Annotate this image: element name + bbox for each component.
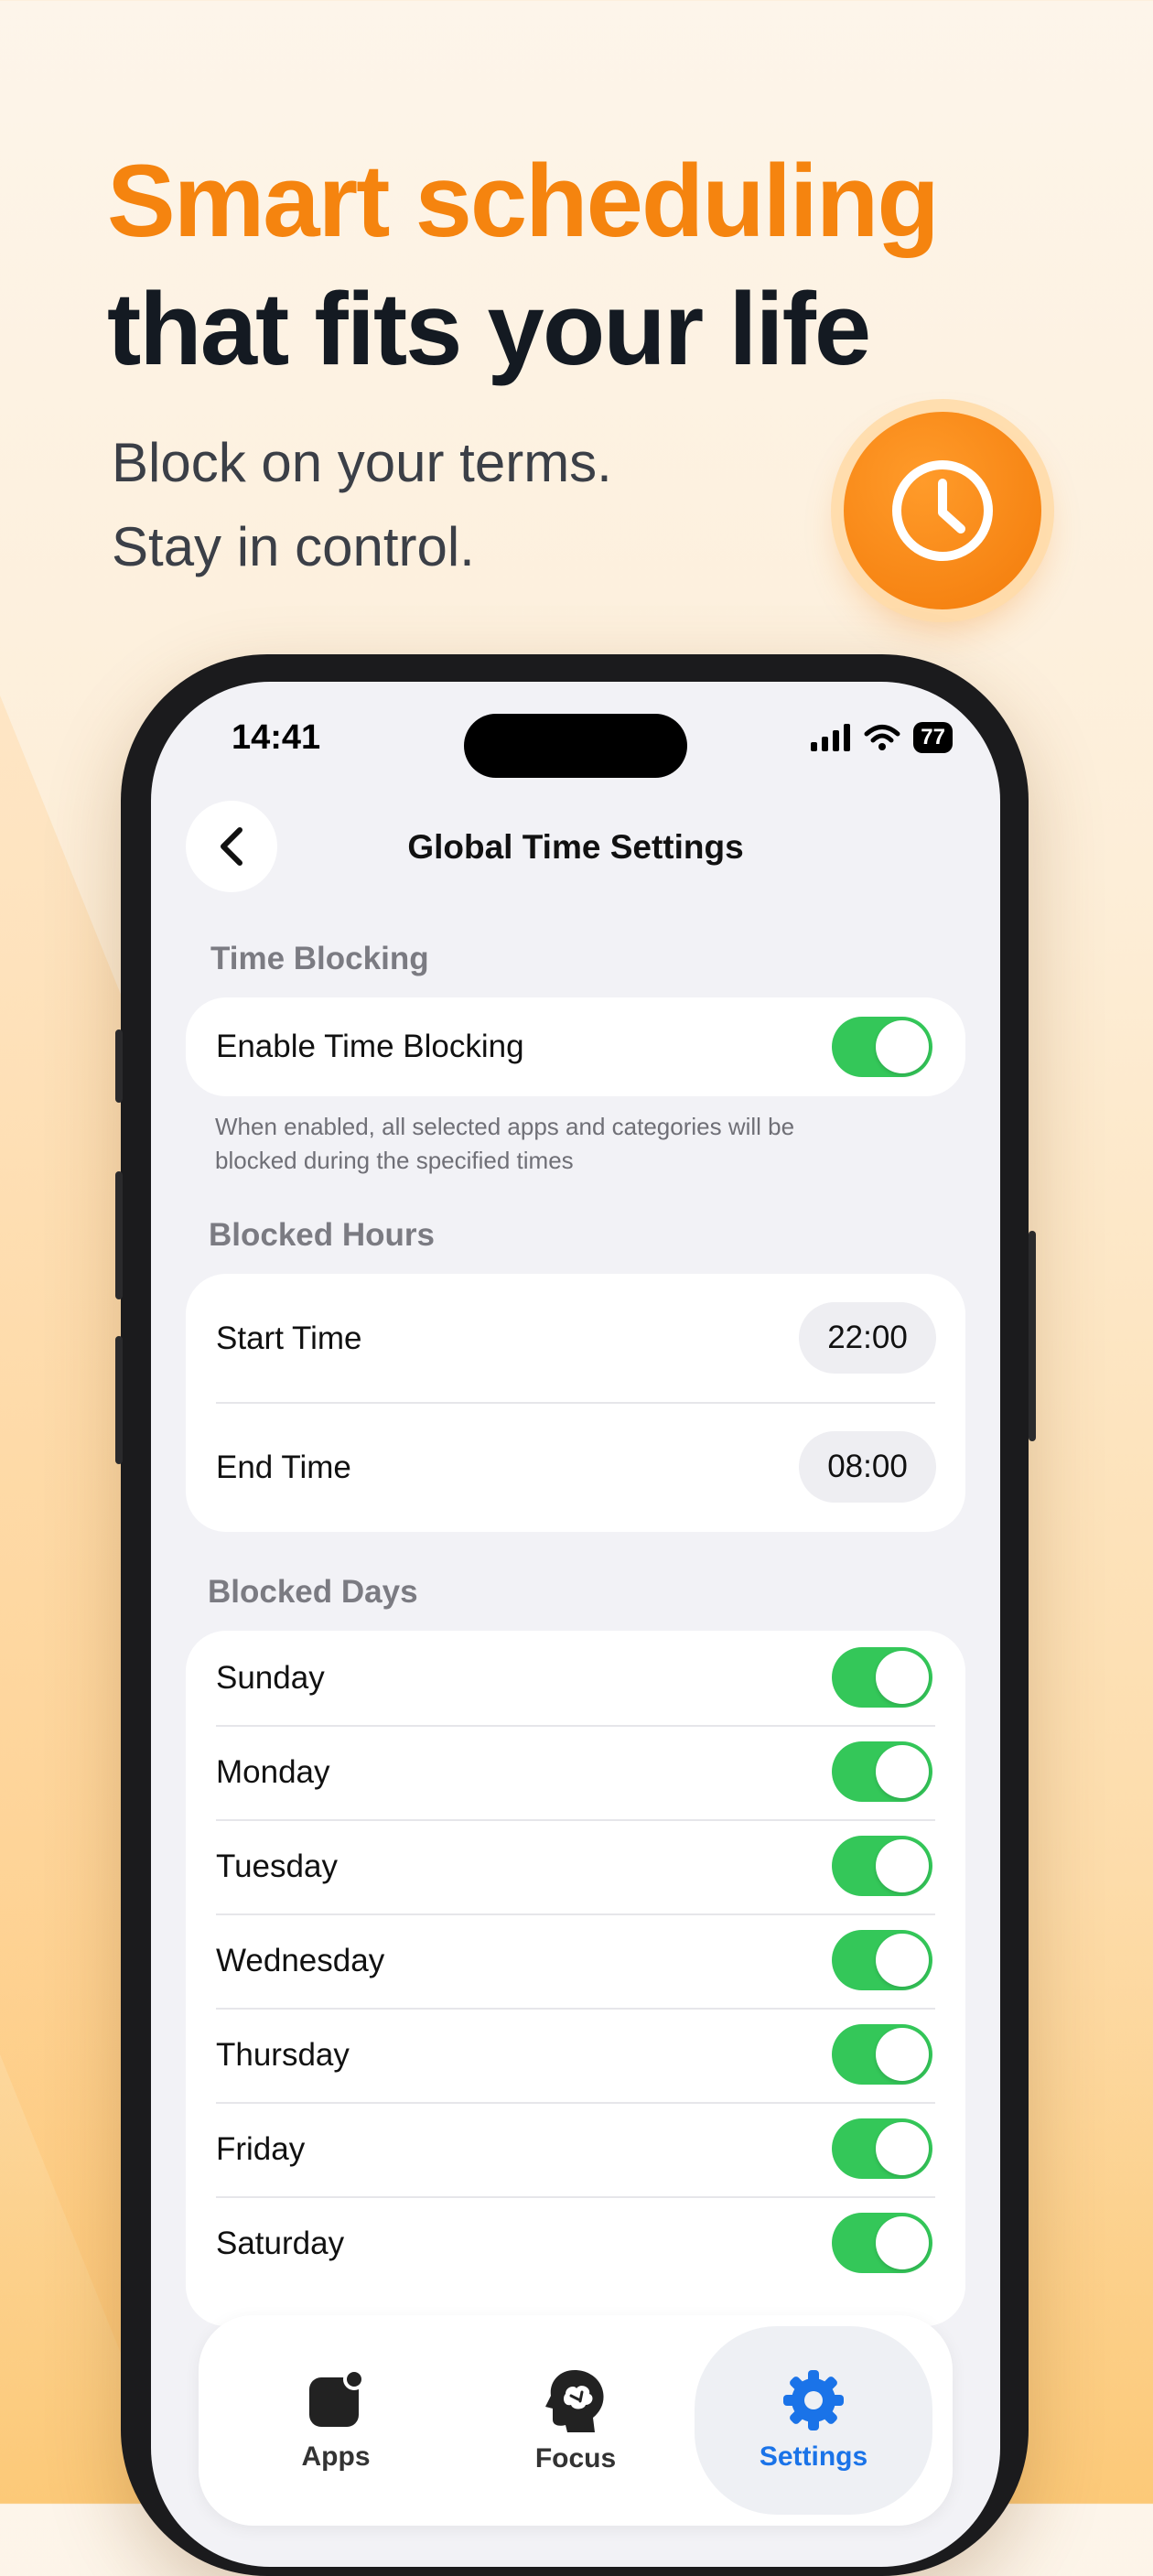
tab-label: Focus <box>534 2443 617 2474</box>
subtitle-line-2: Stay in control. <box>112 516 475 577</box>
day-label: Thursday <box>216 2036 350 2073</box>
day-row-wednesday: Wednesday <box>186 1913 965 2008</box>
status-icons: 77 <box>811 722 953 753</box>
day-row-sunday: Sunday <box>186 1631 965 1725</box>
day-label: Wednesday <box>216 1942 385 1978</box>
start-time-row[interactable]: Start Time 22:00 <box>186 1274 965 1403</box>
clock-icon <box>892 460 993 561</box>
start-time-value[interactable]: 22:00 <box>799 1302 936 1374</box>
phone-side-button <box>115 1336 123 1464</box>
friday-toggle[interactable] <box>832 2118 932 2179</box>
battery-indicator: 77 <box>913 722 953 753</box>
start-time-label: Start Time <box>216 1320 362 1356</box>
wednesday-toggle[interactable] <box>832 1930 932 1990</box>
apps-icon <box>309 2368 365 2427</box>
tab-focus[interactable]: Focus <box>457 2315 695 2526</box>
day-label: Friday <box>216 2130 306 2167</box>
wifi-icon <box>864 725 900 750</box>
day-row-monday: Monday <box>186 1725 965 1819</box>
day-label: Sunday <box>216 1659 325 1696</box>
thursday-toggle[interactable] <box>832 2024 932 2085</box>
tab-bar: Apps Focus Settings <box>199 2315 953 2526</box>
section-title-time-blocking: Time Blocking <box>210 941 429 976</box>
tab-label: Settings <box>759 2441 868 2472</box>
end-time-label: End Time <box>216 1449 351 1485</box>
phone-screen: 14:41 77 Global Time Settings Time Block… <box>151 682 1000 2567</box>
blocked-hours-card: Start Time 22:00 End Time 08:00 <box>186 1274 965 1532</box>
subtitle-line-1: Block on your terms. <box>112 432 612 493</box>
day-row-tuesday: Tuesday <box>186 1819 965 1913</box>
day-label: Monday <box>216 1753 330 1790</box>
enable-time-blocking-row: Enable Time Blocking <box>186 997 965 1096</box>
day-label: Tuesday <box>216 1848 338 1884</box>
tuesday-toggle[interactable] <box>832 1836 932 1896</box>
phone-side-button <box>115 1171 123 1299</box>
end-time-value[interactable]: 08:00 <box>799 1431 936 1503</box>
end-time-row[interactable]: End Time 08:00 <box>186 1403 965 1532</box>
tab-label: Apps <box>301 2441 371 2472</box>
phone-side-button <box>115 1029 123 1103</box>
sunday-toggle[interactable] <box>832 1647 932 1708</box>
gear-icon <box>783 2370 844 2430</box>
time-blocking-card: Enable Time Blocking <box>186 997 965 1096</box>
section-title-blocked-hours: Blocked Hours <box>209 1217 435 1253</box>
section-title-blocked-days: Blocked Days <box>208 1574 418 1610</box>
day-row-thursday: Thursday <box>186 2008 965 2102</box>
signal-icon <box>811 724 851 751</box>
headline-line-1: Smart scheduling <box>107 144 940 258</box>
day-label: Saturday <box>216 2225 345 2261</box>
hero-headline: Smart scheduling that fits your life <box>107 137 940 393</box>
status-time: 14:41 <box>232 718 321 757</box>
monday-toggle[interactable] <box>832 1741 932 1802</box>
blocked-days-card: Sunday Monday Tuesday Wednesday Thursday… <box>186 1631 965 2326</box>
enable-time-blocking-toggle[interactable] <box>832 1017 932 1077</box>
day-row-saturday: Saturday <box>186 2196 965 2290</box>
phone-side-button <box>1029 1231 1036 1441</box>
tab-settings[interactable]: Settings <box>695 2326 932 2515</box>
brain-head-icon <box>545 2370 604 2432</box>
enable-time-blocking-label: Enable Time Blocking <box>216 1029 524 1064</box>
clock-badge <box>844 412 1041 609</box>
time-blocking-hint: When enabled, all selected apps and cate… <box>215 1113 795 1174</box>
headline-line-2: that fits your life <box>107 272 871 386</box>
page-title: Global Time Settings <box>407 828 744 866</box>
hero-subtitle: Block on your terms. Stay in control. <box>112 421 612 589</box>
day-row-friday: Friday <box>186 2102 965 2196</box>
saturday-toggle[interactable] <box>832 2213 932 2273</box>
dynamic-island <box>464 714 687 778</box>
tab-apps[interactable]: Apps <box>217 2315 455 2526</box>
